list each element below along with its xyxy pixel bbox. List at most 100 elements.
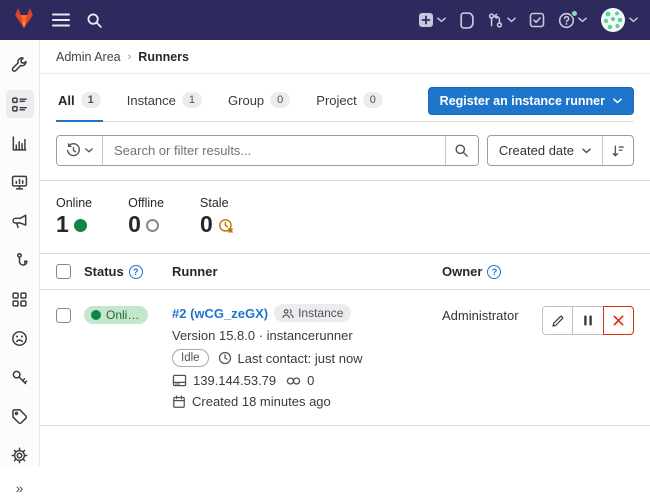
- search-input[interactable]: [103, 136, 445, 165]
- chevron-down-icon: [613, 98, 622, 104]
- offline-status-icon: [146, 219, 159, 232]
- sort-by-label: Created date: [499, 143, 574, 158]
- tab-project[interactable]: Project 0: [314, 80, 385, 121]
- sidebar-item-labels[interactable]: [6, 402, 34, 430]
- gear-icon: [11, 447, 28, 464]
- tab-all-count: 1: [81, 92, 101, 108]
- tab-all-label: All: [58, 93, 75, 108]
- sort-direction-button[interactable]: [602, 136, 633, 165]
- chevron-down-icon: [85, 148, 93, 153]
- status-header: Status ?: [84, 264, 172, 279]
- history-icon: [66, 143, 81, 158]
- sidebar-item-messages[interactable]: [6, 207, 34, 235]
- filter-bar: Created date: [56, 135, 634, 166]
- runner-tag-idle: Idle: [172, 349, 209, 367]
- tab-group-label: Group: [228, 93, 264, 108]
- stale-clock-icon: [218, 218, 234, 234]
- runner-ip: 139.144.53.79: [193, 373, 276, 388]
- status-help-icon[interactable]: ?: [129, 265, 143, 279]
- tab-group-count: 0: [270, 92, 290, 108]
- runner-owner[interactable]: Administrator: [442, 304, 542, 323]
- search-icon[interactable]: [86, 12, 103, 29]
- tab-project-label: Project: [316, 93, 356, 108]
- link-icon: [286, 375, 301, 387]
- merge-requests-icon[interactable]: [487, 12, 516, 29]
- overview-icon: [11, 96, 28, 113]
- users-icon: [282, 308, 294, 319]
- sidebar-item-deploy-keys[interactable]: [6, 363, 34, 391]
- sidebar-item-applications[interactable]: [6, 285, 34, 313]
- sidebar-item-admin-overview[interactable]: [6, 51, 34, 79]
- sidebar-item-overview[interactable]: [6, 90, 34, 118]
- key-icon: [11, 369, 28, 386]
- stat-online: Online 1: [56, 196, 92, 236]
- breadcrumb-separator: ›: [128, 51, 132, 63]
- runner-summary: #2 (wCG_zeGX) Instance Version 15.8.0 · …: [172, 304, 442, 409]
- runner-version-line: Version 15.8.0 · instancerunner: [172, 328, 442, 343]
- monitor-icon: [11, 174, 28, 191]
- breadcrumb-admin-area[interactable]: Admin Area: [56, 50, 121, 64]
- notification-dot: [571, 10, 578, 17]
- delete-runner-button[interactable]: [603, 306, 634, 335]
- runner-link[interactable]: #2 (wCG_zeGX): [172, 306, 268, 321]
- sad-face-icon: [11, 330, 28, 347]
- stat-stale: Stale 0: [200, 196, 234, 236]
- new-menu-button[interactable]: [418, 12, 446, 28]
- tab-group[interactable]: Group 0: [226, 80, 292, 121]
- label-icon: [11, 408, 28, 425]
- filter-history-button[interactable]: [57, 136, 103, 165]
- stat-offline: Offline 0: [128, 196, 164, 236]
- row-checkbox[interactable]: [56, 308, 71, 323]
- owner-help-icon[interactable]: ?: [487, 265, 501, 279]
- clock-icon: [218, 351, 232, 365]
- todos-icon[interactable]: [529, 12, 545, 28]
- job-count: 0: [307, 373, 314, 388]
- stat-offline-value: 0: [128, 213, 141, 236]
- sidebar-item-abuse-reports[interactable]: [6, 324, 34, 352]
- runner-actions: [542, 306, 634, 335]
- chevron-down-icon: [437, 17, 446, 23]
- sort-descending-icon: [611, 144, 625, 158]
- register-instance-runner-button[interactable]: Register an instance runner: [428, 87, 634, 115]
- search-submit-button[interactable]: [445, 136, 478, 165]
- help-menu-button[interactable]: [558, 12, 587, 29]
- chevron-down-icon: [578, 17, 587, 23]
- gitlab-logo-icon[interactable]: [12, 7, 36, 34]
- owner-header: Owner ?: [442, 264, 542, 279]
- sidebar-collapse-button[interactable]: »: [6, 480, 34, 496]
- runners-table-header: Status ? Runner Owner ?: [40, 254, 650, 290]
- top-navbar: [0, 0, 650, 40]
- last-contact-text: Last contact: just now: [238, 351, 363, 366]
- runner-stats: Online 1 Offline 0 Stale 0: [40, 180, 650, 254]
- tab-instance[interactable]: Instance 1: [125, 80, 204, 121]
- instance-type-badge: Instance: [274, 304, 351, 322]
- tab-instance-count: 1: [182, 92, 202, 108]
- sidebar-item-settings[interactable]: [6, 441, 34, 469]
- status-badge: Onli…: [84, 306, 148, 324]
- search-icon: [454, 143, 469, 158]
- tab-project-count: 0: [363, 92, 383, 108]
- calendar-icon: [172, 395, 186, 409]
- chevron-down-icon: [582, 148, 591, 154]
- breadcrumb: Admin Area › Runners: [40, 40, 650, 74]
- sort-by-dropdown[interactable]: Created date: [488, 136, 602, 165]
- user-avatar[interactable]: [600, 7, 638, 33]
- edit-runner-button[interactable]: [542, 306, 573, 335]
- hook-icon: [11, 252, 28, 269]
- pause-icon: [582, 314, 594, 327]
- issues-icon[interactable]: [459, 12, 474, 29]
- stat-online-value: 1: [56, 213, 69, 236]
- hamburger-menu-icon[interactable]: [52, 13, 70, 27]
- tab-instance-label: Instance: [127, 93, 176, 108]
- sidebar-item-system-hooks[interactable]: [6, 246, 34, 274]
- select-all-checkbox[interactable]: [56, 264, 71, 279]
- sidebar-item-monitoring[interactable]: [6, 168, 34, 196]
- bullhorn-icon: [11, 213, 28, 230]
- chevron-down-icon: [629, 17, 638, 23]
- tab-all[interactable]: All 1: [56, 80, 103, 121]
- main-content: Admin Area › Runners All 1 Instance 1 Gr…: [40, 40, 650, 466]
- pause-runner-button[interactable]: [573, 306, 604, 335]
- sidebar-item-analytics[interactable]: [6, 129, 34, 157]
- runner-header: Runner: [172, 264, 442, 279]
- host-icon: [172, 374, 187, 387]
